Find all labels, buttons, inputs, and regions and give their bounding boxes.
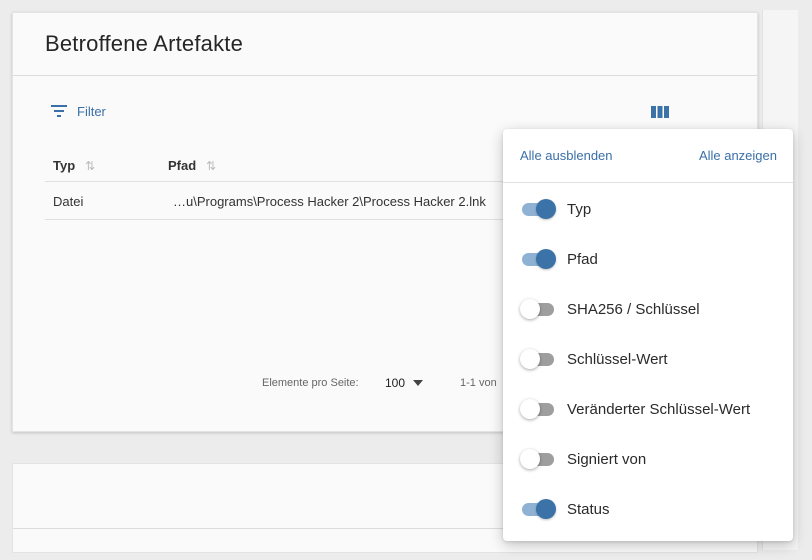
column-header-label: Typ	[53, 158, 76, 173]
column-header-typ[interactable]: Typ ⇅	[53, 158, 95, 173]
toggle-knob	[520, 399, 540, 419]
column-toggle-row[interactable]: Veränderter Schlüssel-Wert	[520, 397, 750, 421]
divider	[13, 75, 757, 76]
toggle-switch[interactable]	[520, 297, 556, 321]
toggle-switch[interactable]	[520, 447, 556, 471]
hide-all-link[interactable]: Alle ausblenden	[520, 148, 613, 163]
toggle-label: Status	[567, 500, 610, 518]
column-visibility-menu: Alle ausblenden Alle anzeigen Typ Pfad SHA…	[503, 129, 793, 541]
column-toggle-row[interactable]: Signiert von	[520, 447, 646, 471]
sort-icon: ⇅	[206, 158, 217, 173]
dropdown-arrow-icon	[413, 380, 424, 386]
toggle-switch[interactable]	[520, 497, 556, 521]
items-per-page-value: 100	[385, 376, 406, 390]
filter-button[interactable]: Filter	[51, 101, 106, 121]
view-column-icon[interactable]	[649, 103, 671, 121]
toggle-knob	[520, 449, 540, 469]
sort-icon: ⇅	[85, 158, 96, 173]
toggle-label: SHA256 / Schlüssel	[567, 300, 700, 318]
column-toggle-row[interactable]: SHA256 / Schlüssel	[520, 297, 700, 321]
toggle-knob	[520, 299, 540, 319]
filter-list-icon	[51, 105, 67, 117]
toggle-knob	[536, 249, 556, 269]
show-all-link[interactable]: Alle anzeigen	[699, 148, 777, 163]
column-header-pfad[interactable]: Pfad ⇅	[168, 158, 216, 173]
toggle-switch[interactable]	[520, 397, 556, 421]
items-per-page-label: Elemente pro Seite:	[262, 377, 359, 389]
column-toggle-row[interactable]: Pfad	[520, 247, 598, 271]
filter-label: Filter	[77, 103, 106, 119]
column-toggle-row[interactable]: Schlüssel-Wert	[520, 347, 668, 371]
column-header-label: Pfad	[168, 158, 197, 173]
toggle-label: Pfad	[567, 250, 598, 268]
pagination-range: 1-1 von	[460, 377, 497, 389]
toggle-label: Schlüssel-Wert	[567, 350, 668, 368]
toggle-label: Signiert von	[567, 450, 647, 468]
column-menu-header: Alle ausblenden Alle anzeigen	[503, 129, 793, 183]
toggle-knob	[536, 499, 556, 519]
toggle-knob	[536, 199, 556, 219]
toggle-knob	[520, 349, 540, 369]
column-toggle-row[interactable]: Typ	[520, 197, 591, 221]
toggle-switch[interactable]	[520, 197, 556, 221]
toggle-switch[interactable]	[520, 247, 556, 271]
items-per-page-select[interactable]: 100	[385, 376, 424, 390]
table-cell-typ: Datei	[53, 194, 84, 209]
card-title: Betroffene Artefakte	[45, 31, 244, 56]
toggle-label: Veränderter Schlüssel-Wert	[567, 400, 751, 418]
column-toggle-row[interactable]: Status	[520, 497, 610, 521]
toggle-label: Typ	[567, 200, 592, 218]
table-cell-pfad: …u\Programs\Process Hacker 2\Process Hac…	[173, 194, 486, 209]
toggle-switch[interactable]	[520, 347, 556, 371]
